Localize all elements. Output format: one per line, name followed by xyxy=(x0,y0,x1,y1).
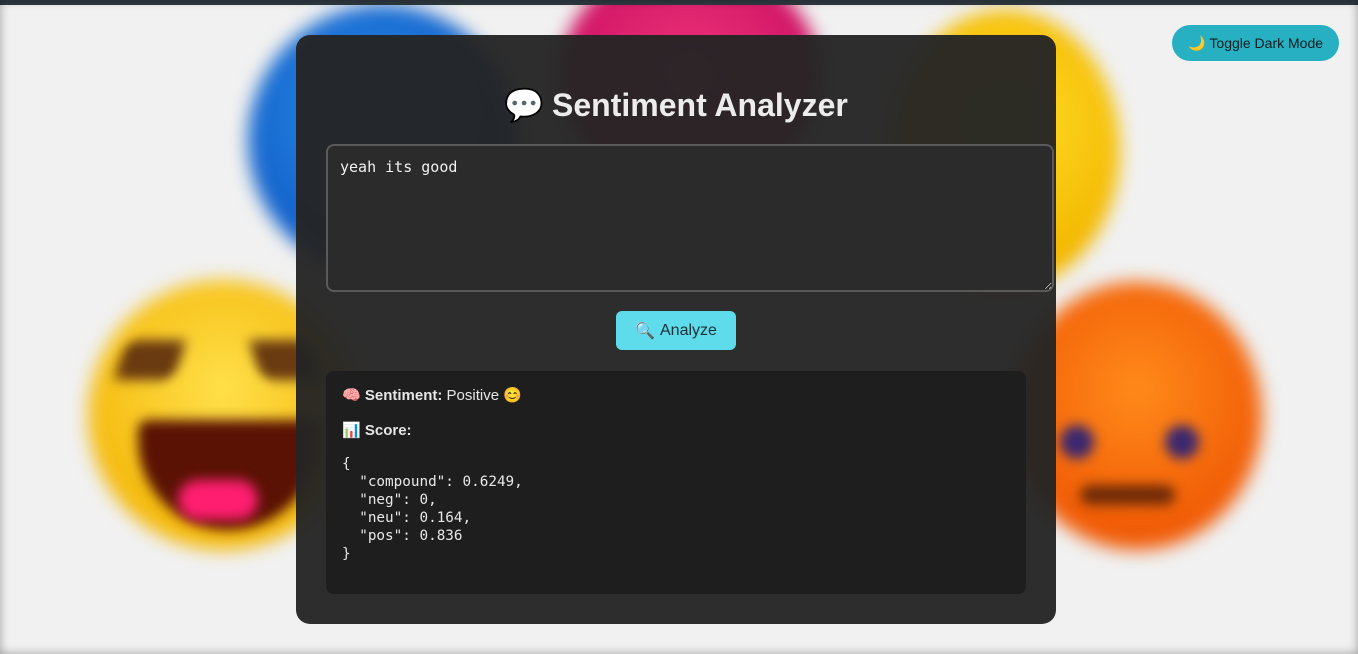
moon-icon: 🌙 xyxy=(1187,34,1206,51)
json-close-brace: } xyxy=(342,546,351,562)
page-title: 💬 Sentiment Analyzer xyxy=(296,85,1056,125)
json-key-compound: "compound" xyxy=(359,474,446,490)
sentiment-value: Positive xyxy=(446,387,500,404)
bar-chart-icon: 📊 xyxy=(342,422,361,439)
json-open-brace: { xyxy=(342,456,351,472)
result-panel: 🧠 Sentiment: Positive 😊 📊 Score: { "comp… xyxy=(326,371,1026,594)
brain-icon: 🧠 xyxy=(342,387,361,404)
json-key-neu: "neu" xyxy=(359,510,403,526)
score-line: 📊 Score: xyxy=(342,422,1010,440)
analyze-label: Analyze xyxy=(660,321,717,339)
toggle-dark-mode-button[interactable]: 🌙 Toggle Dark Mode xyxy=(1172,25,1339,61)
score-neu: 0.164 xyxy=(419,510,463,526)
score-compound: 0.6249 xyxy=(462,474,515,490)
angry-eye-right xyxy=(1165,425,1199,459)
score-pos: 0.836 xyxy=(419,528,463,544)
sentiment-line: 🧠 Sentiment: Positive 😊 xyxy=(342,387,1010,405)
score-label: Score: xyxy=(364,422,412,439)
magnifier-icon: 🔍 xyxy=(635,322,655,340)
window-top-border xyxy=(0,0,1358,5)
text-input[interactable] xyxy=(326,144,1054,292)
json-key-pos: "pos" xyxy=(359,528,403,544)
laughing-tongue xyxy=(178,480,258,520)
smile-icon: 😊 xyxy=(503,387,522,404)
json-key-neg: "neg" xyxy=(359,492,403,508)
analyze-button[interactable]: 🔍 Analyze xyxy=(616,311,736,350)
angry-mouth xyxy=(1080,485,1175,505)
analyzer-card: 💬Sentiment Analyzer 🔍 Analyze 🧠 Sentimen… xyxy=(296,35,1056,624)
sentiment-label: Sentiment: xyxy=(364,387,443,404)
page-title-text: Sentiment Analyzer xyxy=(552,87,848,123)
angry-eye-left xyxy=(1060,425,1094,459)
score-json: { "compound": 0.6249, "neg": 0, "neu": 0… xyxy=(342,456,523,562)
score-neg: 0 xyxy=(419,492,429,508)
toggle-dark-mode-label: Toggle Dark Mode xyxy=(1209,35,1324,51)
speech-bubble-icon: 💬 xyxy=(504,87,545,123)
